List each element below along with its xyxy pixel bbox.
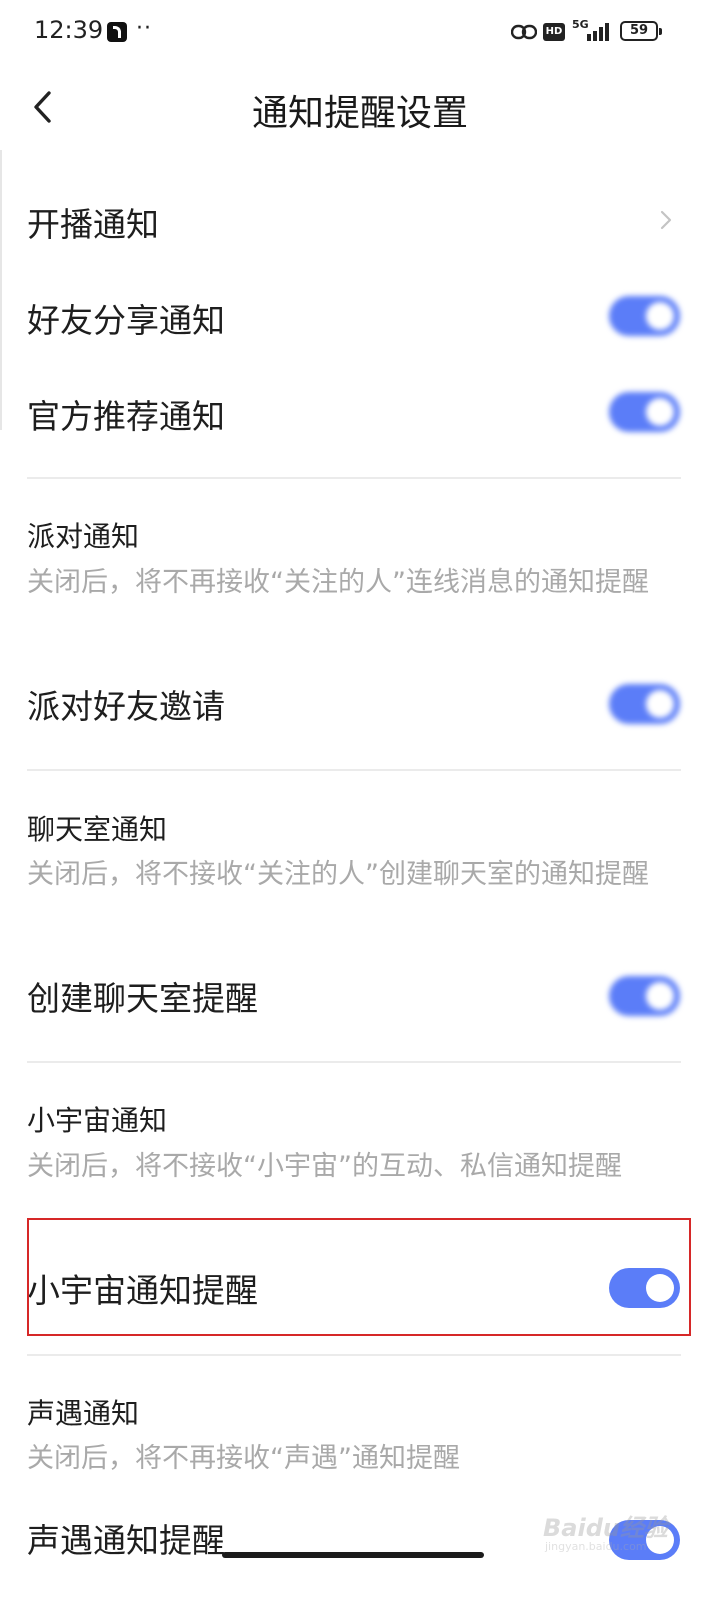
voice-meet-label: 声遇通知提醒 — [27, 1521, 225, 1560]
divider — [27, 477, 681, 479]
chevron-right-icon — [656, 205, 676, 235]
watermark-brand: Baidu经验 — [543, 1514, 668, 1542]
voice-meet-section-heading: 声遇通知 — [27, 1397, 140, 1430]
universe-section-description: 关闭后，将不接收“小宇宙”的互动、私信通知提醒 — [27, 1151, 622, 1182]
chatroom-section-heading: 聊天室通知 — [27, 813, 168, 846]
signal-icon — [585, 20, 613, 42]
create-chatroom-label: 创建聊天室提醒 — [27, 979, 258, 1018]
link-icon — [510, 22, 538, 42]
divider — [27, 1354, 681, 1356]
create-chatroom-toggle[interactable] — [609, 976, 680, 1016]
party-invite-row: 派对好友邀请 — [0, 674, 720, 734]
party-invite-toggle[interactable] — [609, 684, 680, 724]
watermark-url: jingyan.baidu.com — [545, 1540, 647, 1553]
status-time: 12:39 — [34, 16, 104, 44]
party-section-description: 关闭后，将不再接收“关注的人”连线消息的通知提醒 — [27, 567, 649, 598]
baidu-watermark: Baidu经验 jingyan.baidu.com — [537, 1490, 687, 1560]
universe-section-heading: 小宇宙通知 — [27, 1104, 168, 1137]
top-bar: 通知提醒设置 — [0, 66, 720, 150]
toggle-knob — [646, 690, 674, 718]
party-section-heading: 派对通知 — [27, 520, 140, 553]
friend-share-label: 好友分享通知 — [27, 301, 225, 340]
more-notifications-icon: ·· — [136, 16, 152, 41]
live-notify-row[interactable]: 开播通知 — [0, 190, 720, 250]
friend-share-toggle[interactable] — [609, 296, 680, 336]
toggle-knob — [646, 398, 674, 426]
official-recommend-row: 官方推荐通知 — [0, 384, 720, 444]
official-recommend-toggle[interactable] — [609, 392, 680, 432]
battery-icon: 59 — [620, 21, 662, 41]
highlight-annotation-box — [27, 1218, 691, 1336]
create-chatroom-row: 创建聊天室提醒 — [0, 966, 720, 1026]
divider — [27, 1061, 681, 1063]
live-notify-label: 开播通知 — [27, 205, 159, 244]
tiktok-app-icon — [107, 22, 127, 42]
divider — [27, 769, 681, 771]
hd-badge-icon: HD — [543, 23, 565, 41]
friend-share-row: 好友分享通知 — [0, 288, 720, 348]
status-bar: 12:39 ·· HD 5G 59 — [0, 0, 720, 66]
toggle-knob — [646, 982, 674, 1010]
party-invite-label: 派对好友邀请 — [27, 687, 225, 726]
page-title: 通知提醒设置 — [251, 93, 468, 134]
home-indicator[interactable] — [222, 1552, 484, 1558]
chatroom-section-description: 关闭后，将不接收“关注的人”创建聊天室的通知提醒 — [27, 859, 649, 890]
toggle-knob — [646, 302, 674, 330]
voice-meet-section-description: 关闭后，将不再接收“声遇”通知提醒 — [27, 1443, 460, 1474]
official-recommend-label: 官方推荐通知 — [27, 397, 225, 436]
